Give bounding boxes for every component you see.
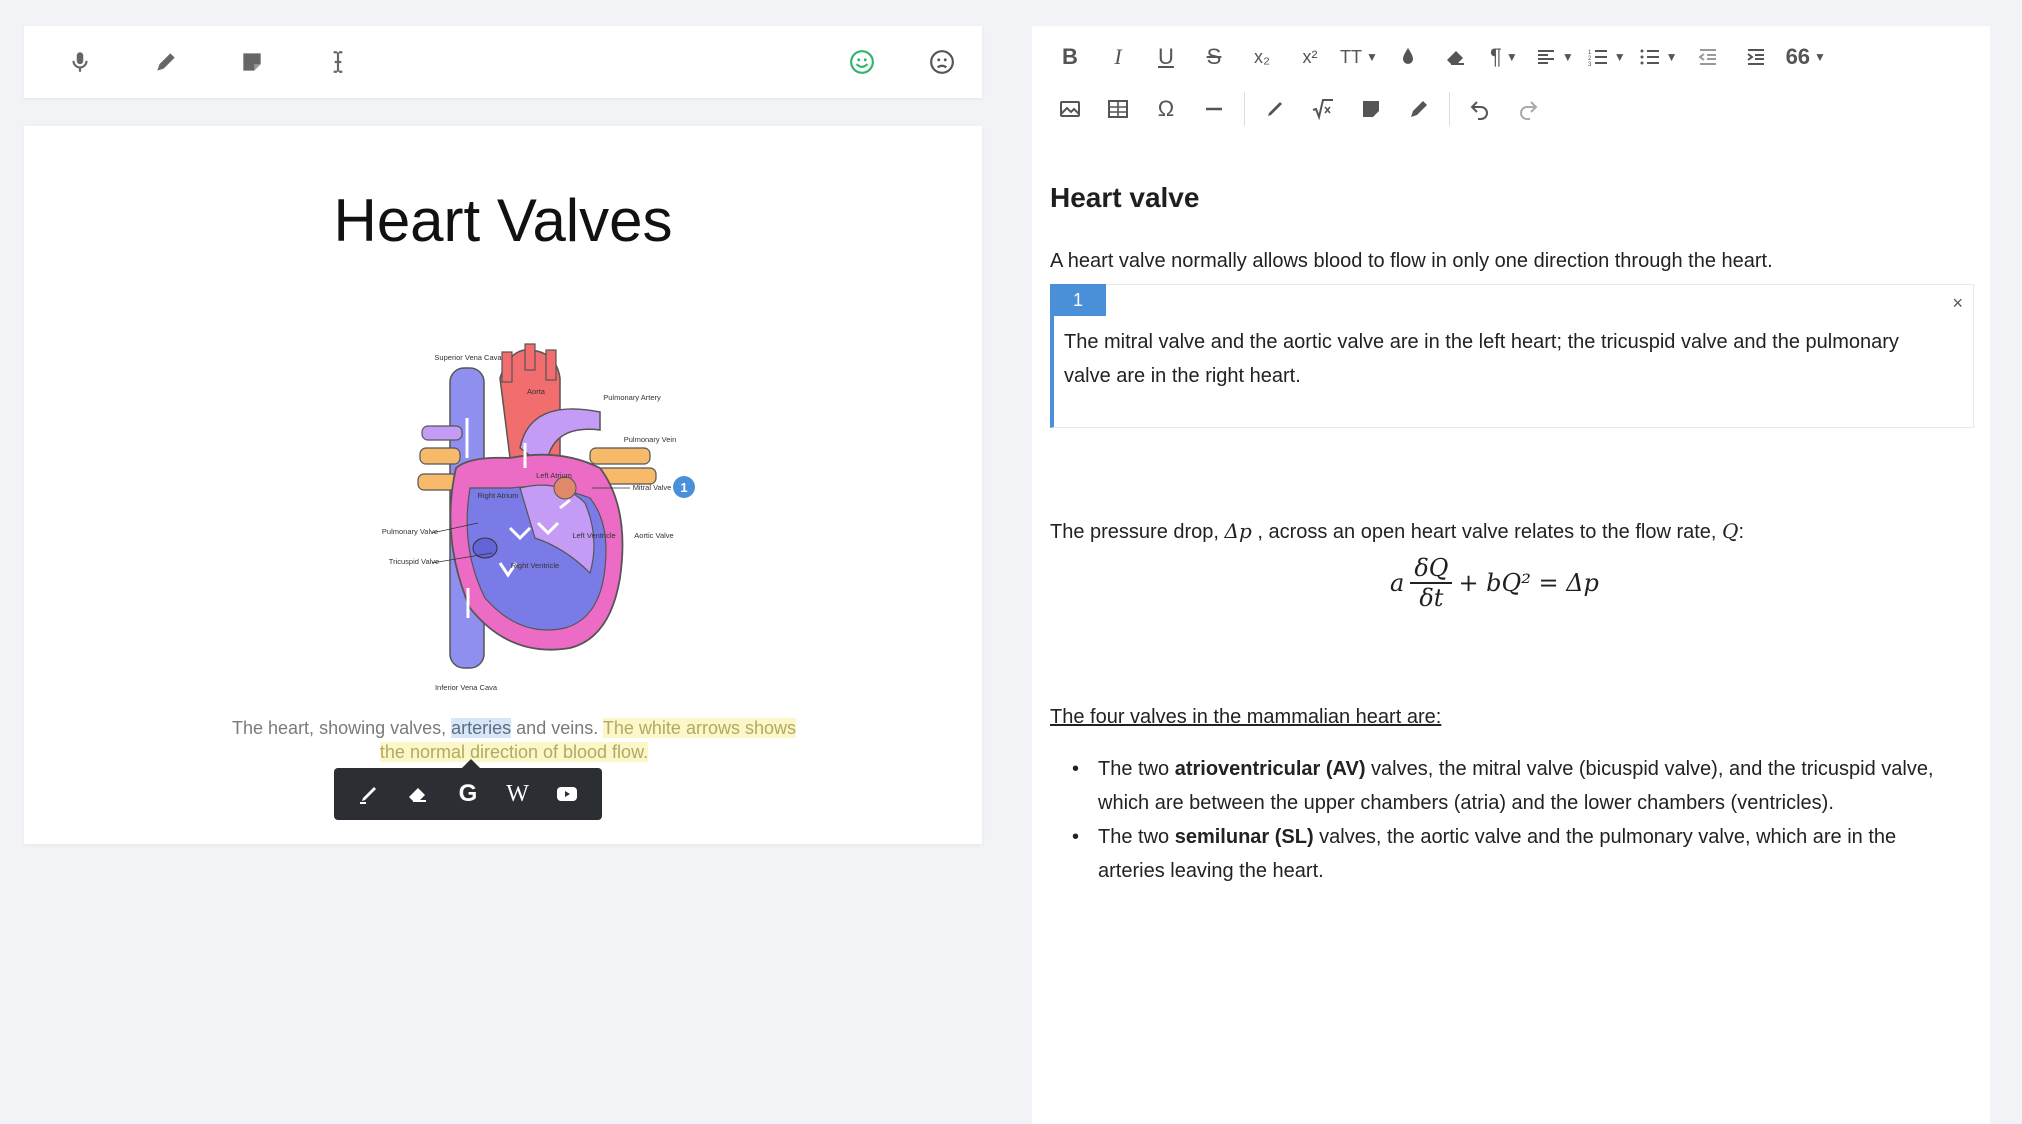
label-superior-vena-cava: Superior Vena Cava — [434, 353, 502, 362]
subscript-button[interactable]: x₂ — [1238, 37, 1286, 77]
toolbar-divider — [1449, 92, 1450, 126]
image-icon[interactable] — [1046, 89, 1094, 129]
label-right-atrium: Right Atrium — [478, 491, 519, 500]
paragraph-format-icon[interactable]: ¶ ▼ — [1480, 37, 1528, 77]
underline-button[interactable]: U — [1142, 37, 1190, 77]
label-left-ventricle: Left Ventricle — [572, 531, 615, 540]
text-cursor-icon[interactable] — [322, 46, 354, 78]
pressure-paragraph: The pressure drop, Δp , across an open h… — [1050, 519, 1745, 543]
highlight-yellow[interactable]: the normal direction of blood flow. — [379, 742, 649, 762]
list-item: The two semilunar (SL) valves, the aorti… — [1072, 820, 1968, 888]
indent-icon[interactable] — [1732, 37, 1780, 77]
superscript-button[interactable]: x² — [1286, 37, 1334, 77]
highlight-blue[interactable]: arteries — [451, 718, 512, 738]
horizontal-rule-icon[interactable] — [1190, 89, 1238, 129]
label-pulmonary-vein: Pulmonary Vein — [624, 435, 677, 444]
microphone-icon[interactable] — [64, 46, 96, 78]
label-mitral-valve: Mitral Valve — [633, 483, 672, 492]
label-left-atrium: Left Atrium — [536, 471, 572, 480]
undo-icon[interactable] — [1456, 89, 1504, 129]
editor-toolbar-row1: B I U S x₂ x² TT ▼ ¶ ▼ ▼ 1 2 3 ▼ ▼ 66 ▼ — [1046, 32, 1832, 82]
selection-popup-toolbar: G W — [334, 759, 602, 820]
clear-format-icon[interactable] — [1432, 37, 1480, 77]
list-item: The two atrioventricular (AV) valves, th… — [1072, 752, 1968, 820]
unordered-list-icon[interactable]: ▼ — [1632, 37, 1684, 77]
close-icon[interactable]: × — [1952, 293, 1963, 314]
label-tricuspid-valve: Tricuspid Valve — [389, 557, 439, 566]
label-aortic-valve: Aortic Valve — [634, 531, 673, 540]
document-viewer: Heart Valves Superior Vena Cava Aorta Pu… — [24, 126, 982, 844]
editor-toolbar-row2: Ω — [1046, 84, 1552, 134]
content-heading: Heart valve — [1050, 182, 1200, 213]
google-icon[interactable]: G — [450, 776, 486, 812]
figure-caption: The heart, showing valves, arteries and … — [194, 716, 834, 764]
svg-text:1: 1 — [680, 480, 687, 495]
toolbar-divider — [1244, 92, 1245, 126]
blockquote-button[interactable]: 66 ▼ — [1780, 37, 1832, 77]
align-icon[interactable]: ▼ — [1528, 37, 1580, 77]
caption-text: The heart, showing valves, — [232, 718, 452, 738]
math-symbol: Q — [1722, 519, 1739, 543]
smiley-sad-icon[interactable] — [926, 46, 958, 78]
pencil-icon[interactable] — [1395, 89, 1443, 129]
font-size-button[interactable]: TT ▼ — [1334, 37, 1384, 77]
intro-paragraph: A heart valve normally allows blood to f… — [1050, 250, 1773, 272]
italic-button[interactable]: I — [1094, 37, 1142, 77]
table-icon[interactable] — [1094, 89, 1142, 129]
svg-text:3: 3 — [1588, 62, 1592, 68]
label-pulmonary-valve: Pulmonary Valve — [382, 527, 438, 536]
youtube-icon[interactable] — [549, 776, 585, 812]
highlighter-icon[interactable] — [1251, 89, 1299, 129]
annotation-marker[interactable]: 1 — [673, 476, 695, 498]
math-symbol: Δp — [1224, 519, 1252, 543]
highlight-yellow[interactable]: The white arrows shows — [602, 718, 796, 738]
sticky-note-icon[interactable] — [236, 46, 268, 78]
smiley-happy-icon[interactable] — [846, 46, 878, 78]
heart-diagram-image: Superior Vena Cava Aorta Pulmonary Arter… — [382, 343, 695, 692]
bold-button[interactable]: B — [1046, 37, 1094, 77]
caption-text: and veins. — [511, 718, 603, 738]
label-aorta: Aorta — [527, 387, 546, 396]
note-text: The mitral valve and the aortic valve ar… — [1064, 331, 1899, 387]
note-number-badge: 1 — [1050, 284, 1106, 316]
sticky-note-icon[interactable] — [1347, 89, 1395, 129]
pencil-icon[interactable] — [150, 46, 182, 78]
page-title: Heart Valves — [333, 187, 673, 254]
label-right-ventricle: Right Ventricle — [511, 561, 559, 570]
ordered-list-icon[interactable]: 1 2 3 ▼ — [1580, 37, 1632, 77]
left-toolbar — [24, 26, 982, 98]
special-character-button[interactable]: Ω — [1142, 89, 1190, 129]
text-color-icon[interactable] — [1384, 37, 1432, 77]
math-formula[interactable]: a δQ δt + bQ² = Δp — [1390, 554, 1599, 612]
redo-icon[interactable] — [1504, 89, 1552, 129]
label-inferior-vena-cava: Inferior Vena Cava — [435, 683, 498, 692]
eraser-icon[interactable] — [400, 776, 436, 812]
wikipedia-icon[interactable]: W — [500, 776, 536, 812]
list-title: The four valves in the mammalian heart a… — [1050, 706, 1442, 728]
label-pulmonary-artery: Pulmonary Artery — [603, 393, 661, 402]
valve-list: The two atrioventricular (AV) valves, th… — [1072, 752, 1968, 888]
math-formula-icon[interactable] — [1299, 89, 1347, 129]
outdent-icon[interactable] — [1684, 37, 1732, 77]
annotation-note[interactable]: 1 × The mitral valve and the aortic valv… — [1050, 284, 1974, 428]
fraction: δQ δt — [1410, 554, 1453, 612]
rich-text-editor: B I U S x₂ x² TT▼ ¶▼ ▼ 123▼ ▼ 66▼ — [1032, 26, 1990, 1124]
highlighter-icon[interactable] — [351, 776, 387, 812]
strikethrough-button[interactable]: S — [1190, 37, 1238, 77]
